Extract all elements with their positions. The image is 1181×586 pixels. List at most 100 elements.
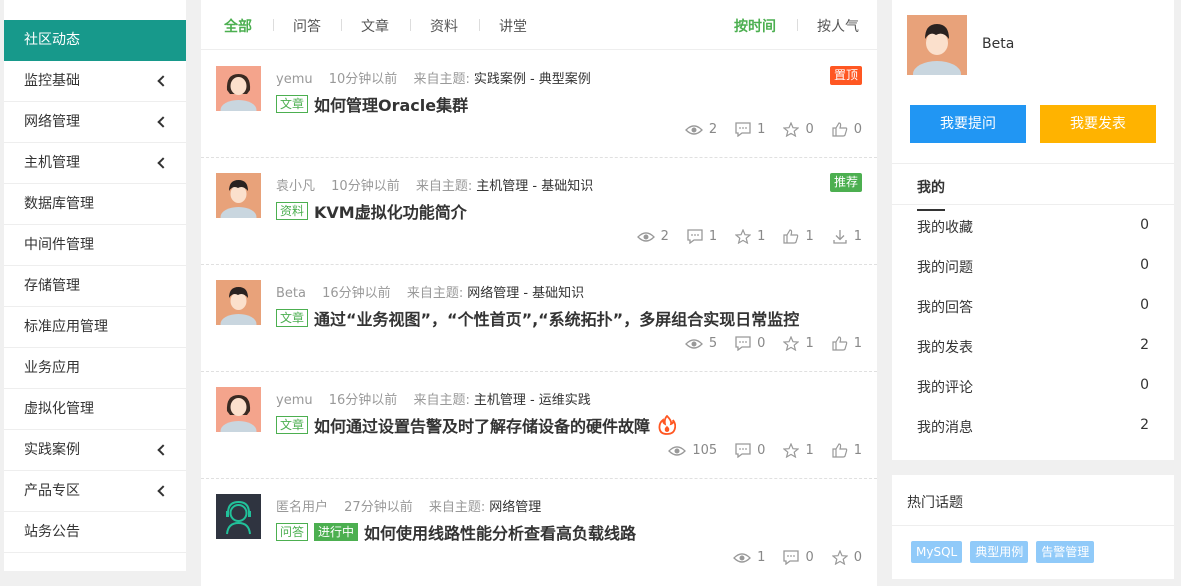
tab-divider — [797, 19, 798, 31]
post-topic[interactable]: 主机管理 - 基础知识 — [476, 179, 593, 194]
chevron-left-icon — [156, 430, 166, 470]
post-title[interactable]: 如何使用线路性能分析查看高负载线路 — [364, 520, 636, 544]
star-icon — [831, 550, 848, 565]
post-title[interactable]: 如何通过设置告警及时了解存储设备的硬件故障 — [314, 413, 650, 437]
post-title[interactable]: 通过“业务视图”，“个性首页”,“系统拓扑”，多屏组合实现日常监控 — [314, 306, 799, 330]
comment-count[interactable]: 1 — [735, 122, 765, 137]
count-value: 0 — [1140, 257, 1149, 273]
tab-divider — [479, 19, 480, 31]
post-time: 10分钟以前 — [328, 72, 398, 87]
favorite-count[interactable]: 0 — [783, 122, 814, 137]
post-type-tag: 文章 — [276, 416, 309, 434]
sidebar-item-community[interactable]: 社区动态 — [4, 20, 186, 61]
avatar[interactable] — [216, 280, 261, 325]
tab-divider — [341, 19, 342, 31]
tab-qa[interactable]: 问答 — [293, 16, 321, 36]
tab-articles[interactable]: 文章 — [361, 16, 389, 36]
my-posts[interactable]: 我的发表 2 — [917, 337, 1149, 357]
sidebar-item-announcements[interactable]: 站务公告 — [4, 512, 186, 553]
avatar[interactable] — [907, 15, 967, 75]
my-favorites[interactable]: 我的收藏 0 — [917, 217, 1149, 237]
like-count[interactable]: 1 — [832, 336, 862, 351]
favorite-count[interactable]: 1 — [783, 336, 814, 351]
download-count[interactable]: 1 — [832, 229, 862, 244]
post-topic[interactable]: 主机管理 - 运维实践 — [474, 393, 591, 408]
comment-icon — [783, 550, 800, 565]
post-author[interactable]: Beta — [276, 286, 306, 301]
sidebar-item-label: 站务公告 — [24, 524, 80, 540]
tab-materials[interactable]: 资料 — [430, 16, 458, 36]
status-badge: 进行中 — [314, 523, 359, 541]
post-title-line: 问答 进行中 如何使用线路性能分析查看高负载线路 — [276, 520, 636, 544]
feed-tabs: 全部 问答 文章 资料 讲堂 按时间 按人气 — [201, 0, 877, 50]
sidebar-item-label: 中间件管理 — [24, 237, 94, 253]
post-time: 16分钟以前 — [322, 286, 391, 301]
eye-icon — [733, 552, 752, 563]
post-item: 袁小凡 10分钟以前 来自主题: 主机管理 - 基础知识 资料 KVM虚拟化功能简… — [201, 158, 877, 265]
post-topic[interactable]: 实践案例 - 典型案例 — [474, 72, 591, 87]
ask-question-button[interactable]: 我要提问 — [910, 105, 1026, 143]
my-answers[interactable]: 我的回答 0 — [917, 297, 1149, 317]
sidebar-item-monitoring[interactable]: 监控基础 — [4, 61, 186, 102]
from-label: 来自主题: — [415, 179, 473, 194]
comment-count[interactable]: 0 — [735, 336, 765, 351]
my-questions[interactable]: 我的问题 0 — [917, 257, 1149, 277]
sidebar-item-database[interactable]: 数据库管理 — [4, 184, 186, 225]
sort-by-popularity[interactable]: 按人气 — [817, 16, 859, 36]
my-messages[interactable]: 我的消息 2 — [917, 417, 1149, 437]
sidebar-item-network[interactable]: 网络管理 — [4, 102, 186, 143]
tab-all[interactable]: 全部 — [224, 16, 252, 36]
star-icon — [783, 443, 800, 458]
comment-count[interactable]: 0 — [783, 550, 814, 565]
comment-count[interactable]: 1 — [687, 229, 717, 244]
post-author[interactable]: yemu — [276, 393, 313, 408]
eye-icon — [636, 231, 655, 242]
favorite-count[interactable]: 1 — [735, 229, 765, 244]
favorite-count[interactable]: 1 — [783, 443, 814, 458]
hot-topic-tag[interactable]: 典型用例 — [970, 541, 1029, 563]
post-meta: 匿名用户 27分钟以前 来自主题: 网络管理 — [276, 496, 541, 515]
from-label: 来自主题: — [406, 286, 464, 301]
avatar[interactable] — [216, 66, 261, 111]
post-stats: 2 1 0 0 — [667, 122, 862, 137]
avatar[interactable] — [216, 173, 261, 218]
post-author[interactable]: 袁小凡 — [276, 179, 315, 194]
post-topic[interactable]: 网络管理 — [489, 500, 541, 515]
tab-mine[interactable]: 我的 — [917, 177, 945, 211]
sidebar-item-host[interactable]: 主机管理 — [4, 143, 186, 184]
post-title[interactable]: KVM虚拟化功能简介 — [314, 199, 467, 223]
view-count: 2 — [684, 122, 717, 137]
my-comments[interactable]: 我的评论 0 — [917, 377, 1149, 397]
tab-divider — [410, 19, 411, 31]
hot-topic-tag[interactable]: MySQL — [911, 541, 963, 563]
publish-post-button[interactable]: 我要发表 — [1040, 105, 1156, 143]
sidebar-item-label: 社区动态 — [24, 32, 80, 48]
comment-icon — [687, 229, 703, 244]
anonymous-avatar[interactable] — [216, 494, 261, 539]
like-count[interactable]: 0 — [832, 122, 862, 137]
tab-lectures[interactable]: 讲堂 — [499, 16, 527, 36]
post-author[interactable]: yemu — [276, 72, 313, 87]
sort-by-time[interactable]: 按时间 — [734, 16, 776, 36]
comment-count[interactable]: 0 — [735, 443, 765, 458]
avatar[interactable] — [216, 387, 261, 432]
post-title[interactable]: 如何管理Oracle集群 — [314, 92, 468, 116]
star-icon — [783, 336, 800, 351]
post-author: 匿名用户 — [276, 500, 329, 515]
sidebar-item-products[interactable]: 产品专区 — [4, 471, 186, 512]
sidebar-item-business-app[interactable]: 业务应用 — [4, 348, 186, 389]
hot-topic-tag[interactable]: 告警管理 — [1036, 541, 1095, 563]
favorite-count[interactable]: 0 — [831, 550, 862, 565]
sidebar-item-standard-app[interactable]: 标准应用管理 — [4, 307, 186, 348]
sidebar-item-storage[interactable]: 存储管理 — [4, 266, 186, 307]
count-value: 0 — [1140, 217, 1149, 233]
sidebar-item-middleware[interactable]: 中间件管理 — [4, 225, 186, 266]
feed-panel: 全部 问答 文章 资料 讲堂 按时间 按人气 yemu 10分钟以前 来自主题:… — [201, 0, 877, 586]
sidebar-item-cases[interactable]: 实践案例 — [4, 430, 186, 471]
count-value: 2 — [1140, 337, 1149, 353]
sidebar-item-virtualization[interactable]: 虚拟化管理 — [4, 389, 186, 430]
like-count[interactable]: 1 — [832, 443, 862, 458]
post-topic[interactable]: 网络管理 - 基础知识 — [467, 286, 584, 301]
post-stats: 2 1 1 1 1 — [619, 229, 862, 244]
like-count[interactable]: 1 — [783, 229, 814, 244]
